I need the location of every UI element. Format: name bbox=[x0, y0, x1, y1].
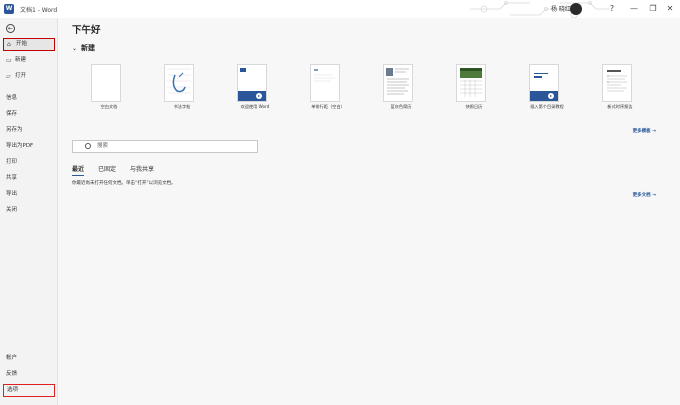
template-caption: 快照日历 bbox=[465, 104, 483, 109]
sidebar-item-save[interactable]: 保存 bbox=[3, 108, 55, 121]
more-templates-link[interactable]: 更多模板 → bbox=[633, 128, 656, 134]
toc-tutorial-icon bbox=[530, 73, 558, 101]
sidebar-item-options[interactable]: 选项 bbox=[3, 384, 55, 397]
template-thumbnail bbox=[383, 64, 413, 102]
user-name[interactable]: 杨 晓红 bbox=[551, 4, 571, 13]
sidebar-item-home[interactable]: ⌂ 开始 bbox=[3, 38, 55, 51]
sidebar-item-label: 导出为PDF bbox=[6, 143, 34, 149]
single-spaced-icon bbox=[314, 69, 335, 82]
empty-recent-message: 你最近尚未打开任何文档。单击“打开”以浏览文档。 bbox=[72, 181, 176, 186]
template-caption: 蓝灰色简历 bbox=[390, 104, 412, 109]
template-thumbnail bbox=[529, 64, 559, 102]
sidebar-item-export[interactable]: 导出 bbox=[3, 188, 55, 201]
template-caption: 插入第个目录教程 bbox=[530, 104, 564, 109]
sidebar-item-label: 新建 bbox=[15, 57, 27, 63]
sidebar-item-print[interactable]: 打印 bbox=[3, 156, 55, 169]
close-icon[interactable]: ✕ bbox=[664, 3, 676, 15]
sidebar-item-open[interactable]: ▱ 打开 bbox=[3, 70, 55, 83]
tab-pinned[interactable]: 已固定 bbox=[98, 164, 116, 176]
document-tabs: 最近 已固定 与我共享 bbox=[72, 164, 154, 176]
new-doc-icon: ▭ bbox=[6, 56, 12, 64]
sidebar-item-label: 打印 bbox=[6, 159, 18, 165]
sidebar-item-feedback[interactable]: 反馈 bbox=[3, 368, 55, 381]
template-card-calligraphy[interactable]: 书法字帖 bbox=[152, 64, 212, 136]
minimize-icon[interactable]: — bbox=[628, 3, 640, 15]
word-app-icon: W bbox=[4, 4, 14, 14]
template-caption: 书法字帖 bbox=[173, 104, 191, 109]
search-input[interactable]: 搜索 bbox=[72, 140, 258, 153]
sidebar-item-label: 另存为 bbox=[6, 127, 23, 133]
template-thumbnail bbox=[602, 64, 632, 102]
title-bar: W 文档1 - Word 杨 晓红 ? — ❐ ✕ bbox=[0, 0, 680, 18]
template-thumbnail bbox=[456, 64, 486, 102]
template-caption: 空白文档 bbox=[100, 104, 118, 109]
sidebar-item-share[interactable]: 共享 bbox=[3, 172, 55, 185]
page-title: 下午好 bbox=[72, 25, 101, 36]
template-card-modern-report[interactable]: 新式时序报告 bbox=[590, 64, 650, 136]
open-folder-icon: ▱ bbox=[6, 72, 11, 80]
restore-icon[interactable]: ❐ bbox=[647, 3, 659, 15]
avatar[interactable] bbox=[570, 3, 582, 15]
sidebar-item-label: 打开 bbox=[15, 73, 27, 79]
template-card-toc-tutorial[interactable]: 插入第个目录教程 bbox=[517, 64, 577, 136]
sidebar-item-info[interactable]: 信息 bbox=[3, 92, 55, 105]
template-thumbnail bbox=[237, 64, 267, 102]
calendar-icon bbox=[460, 68, 482, 97]
template-thumbnail bbox=[310, 64, 340, 102]
template-card-blue-gray-resume[interactable]: 蓝灰色简历 bbox=[371, 64, 431, 136]
chevron-down-icon: ⌄ bbox=[72, 45, 78, 52]
help-icon[interactable]: ? bbox=[606, 3, 618, 15]
template-card-single-spaced[interactable]: 单排行距（空白） bbox=[298, 64, 358, 136]
home-icon: ⌂ bbox=[7, 40, 11, 48]
new-section-label: 新建 bbox=[81, 44, 96, 52]
tab-shared-with-me[interactable]: 与我共享 bbox=[130, 164, 154, 176]
back-arrow-icon[interactable]: ← bbox=[6, 24, 15, 33]
sidebar-item-label: 保存 bbox=[6, 111, 18, 117]
sidebar-item-label: 选项 bbox=[7, 387, 19, 393]
sidebar-item-new[interactable]: ▭ 新建 bbox=[3, 54, 55, 67]
tab-recent[interactable]: 最近 bbox=[72, 164, 85, 176]
sidebar-item-export-pdf[interactable]: 导出为PDF bbox=[3, 140, 55, 153]
template-card-welcome[interactable]: 欢迎使用 Word bbox=[225, 64, 285, 136]
template-caption: 欢迎使用 Word bbox=[240, 104, 270, 109]
template-caption: 新式时序报告 bbox=[607, 104, 633, 109]
resume-icon bbox=[386, 68, 409, 95]
template-card-blank[interactable]: 空白文档 bbox=[79, 64, 139, 136]
sidebar-item-label: 开始 bbox=[16, 41, 28, 47]
window-title: 文档1 - Word bbox=[20, 7, 58, 14]
circuit-decoration bbox=[470, 1, 610, 18]
sidebar-item-account[interactable]: 帐户 bbox=[3, 352, 55, 365]
template-card-snapshot-calendar[interactable]: 快照日历 bbox=[444, 64, 504, 136]
sidebar-item-label: 帐户 bbox=[6, 355, 18, 361]
report-icon bbox=[607, 70, 627, 92]
search-icon bbox=[85, 143, 91, 149]
home-pane: 下午好 ⌄ 新建 空白文档 书法字帖 欢迎使用 Word 单排行距（空白） 蓝灰… bbox=[58, 18, 680, 405]
sidebar-item-save-as[interactable]: 另存为 bbox=[3, 124, 55, 137]
sidebar-item-label: 关闭 bbox=[6, 207, 18, 213]
calligraphy-icon bbox=[167, 68, 191, 94]
welcome-word-icon bbox=[238, 68, 266, 101]
sidebar-item-label: 共享 bbox=[6, 175, 18, 181]
sidebar-item-label: 信息 bbox=[6, 95, 18, 101]
template-thumbnail bbox=[91, 64, 121, 102]
sidebar-item-label: 反馈 bbox=[6, 371, 18, 377]
sidebar-item-label: 导出 bbox=[6, 191, 18, 197]
template-thumbnail bbox=[164, 64, 194, 102]
sidebar-item-close[interactable]: 关闭 bbox=[3, 204, 55, 217]
template-caption: 单排行距（空白） bbox=[311, 104, 345, 109]
backstage-sidebar: ← ⌂ 开始 ▭ 新建 ▱ 打开 信息 保存 另存为 导出为PDF 打印 共享 … bbox=[0, 18, 58, 405]
new-section-header[interactable]: ⌄ 新建 bbox=[72, 43, 95, 53]
more-documents-link[interactable]: 更多文档 → bbox=[633, 192, 656, 198]
search-placeholder: 搜索 bbox=[97, 143, 109, 149]
